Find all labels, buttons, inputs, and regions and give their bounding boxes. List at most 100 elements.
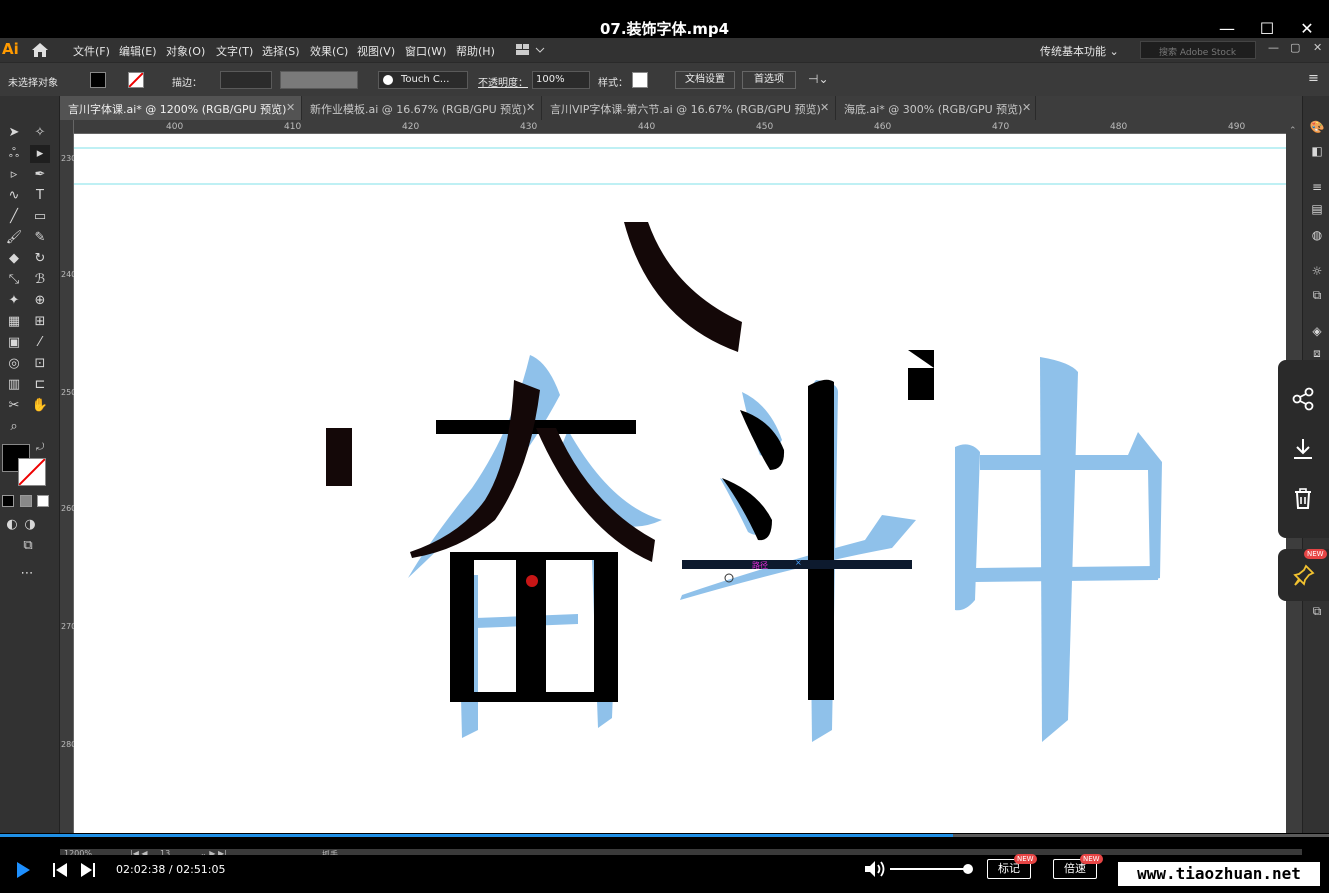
video-progress-bar[interactable] (0, 834, 1329, 837)
column-graph-tool-icon[interactable]: ▥ (4, 376, 24, 394)
volume-icon[interactable] (864, 860, 886, 878)
app-close-icon[interactable]: ✕ (1313, 41, 1322, 54)
share-icon[interactable] (1290, 386, 1316, 412)
eraser-tool-icon[interactable]: ◆ (4, 250, 24, 268)
direct-selection-tool-icon[interactable]: ▸ (30, 145, 50, 163)
edit-toolbar-icon[interactable]: ⋯ (17, 565, 37, 583)
workspace-switcher[interactable]: 传统基本功能 ⌄ (1040, 43, 1119, 59)
preferences-button[interactable]: 首选项 (742, 71, 796, 89)
screen-mode-icon[interactable]: ⧉ (18, 537, 38, 555)
gradient-tool-icon[interactable]: ▣ (4, 334, 24, 352)
home-icon[interactable] (31, 42, 49, 58)
opacity-label[interactable]: 不透明度： (478, 74, 528, 89)
app-minimize-icon[interactable]: — (1268, 41, 1279, 54)
hand-tool-icon[interactable]: ✋ (30, 397, 50, 415)
menu-effect[interactable]: 效果(C) (310, 43, 348, 59)
menu-view[interactable]: 视图(V) (357, 43, 395, 59)
menu-window[interactable]: 窗口(W) (405, 43, 446, 59)
play-icon[interactable] (14, 861, 32, 879)
none-mode-icon[interactable] (37, 495, 49, 507)
magic-wand-tool-icon[interactable]: ✧ (30, 124, 50, 142)
maximize-icon[interactable]: ☐ (1256, 20, 1278, 38)
menu-help[interactable]: 帮助(H) (456, 43, 495, 59)
tab-close-icon[interactable]: ✕ (820, 101, 829, 114)
delete-icon[interactable] (1290, 486, 1316, 512)
symbol-sprayer-tool-icon[interactable]: ⊡ (30, 355, 50, 373)
curvature-tool-icon[interactable]: ∿ (4, 187, 24, 205)
appearance-panel-icon[interactable]: ☼ (1309, 264, 1325, 280)
draw-behind-icon[interactable]: ◑ (20, 516, 40, 534)
download-icon[interactable] (1290, 436, 1316, 462)
opacity-field[interactable]: 100% (532, 71, 590, 89)
shape-builder-tool-icon[interactable]: ⊕ (30, 292, 50, 310)
panel-menu-icon[interactable]: ≡ (1308, 71, 1319, 86)
app-restore-icon[interactable]: ▢ (1290, 41, 1300, 54)
layers-panel-icon[interactable]: ◈ (1309, 324, 1325, 340)
tab-yanchuan-font[interactable]: 言川字体课.ai* @ 1200% (RGB/GPU 预览) ✕ (60, 96, 302, 120)
eyedropper-tool-icon[interactable]: ⁄ (30, 334, 50, 352)
type-tool-icon[interactable]: T (30, 187, 50, 205)
stroke-weight-field[interactable] (220, 71, 272, 89)
minimize-icon[interactable]: — (1216, 20, 1238, 38)
scale-tool-icon[interactable]: ⤡ (4, 271, 24, 289)
previous-icon[interactable] (52, 862, 68, 878)
tab-close-icon[interactable]: ✕ (286, 101, 295, 114)
slice-tool-icon[interactable]: ✂ (4, 397, 24, 415)
rectangle-tool-icon[interactable]: ▭ (30, 208, 50, 226)
mesh-tool-icon[interactable]: ⊞ (30, 313, 50, 331)
perspective-grid-tool-icon[interactable]: ▦ (4, 313, 24, 331)
tab-seabed[interactable]: 海底.ai* @ 300% (RGB/GPU 预览) ✕ (836, 96, 1036, 120)
pen-tool-icon[interactable]: ✒ (30, 166, 50, 184)
stroke-color-icon[interactable] (18, 458, 46, 486)
group-selection-tool-icon[interactable]: ▹ (4, 166, 24, 184)
line-tool-icon[interactable]: ╱ (4, 208, 24, 226)
menu-file[interactable]: 文件(F) (73, 43, 110, 59)
document-setup-button[interactable]: 文档设置 (675, 71, 735, 89)
selection-tool-icon[interactable]: ➤ (4, 124, 24, 142)
color-palette-icon[interactable]: 🎨 (1309, 120, 1325, 136)
menu-edit[interactable]: 编辑(E) (119, 43, 157, 59)
warp-tool-icon[interactable]: ℬ (30, 271, 50, 289)
transparency-panel-icon[interactable]: ◍ (1309, 228, 1325, 244)
volume-knob[interactable] (963, 864, 973, 874)
swap-colors-icon[interactable]: ⤾ (36, 442, 44, 453)
stroke-swatch[interactable] (128, 72, 144, 88)
graphic-style-swatch[interactable] (632, 72, 648, 88)
rotate-tool-icon[interactable]: ↻ (30, 250, 50, 268)
tab-close-icon[interactable]: ✕ (526, 101, 535, 114)
volume-slider[interactable] (890, 864, 973, 874)
tab-close-icon[interactable]: ✕ (1022, 101, 1031, 114)
puppet-warp-tool-icon[interactable]: ✦ (4, 292, 24, 310)
gradient-mode-icon[interactable] (20, 495, 32, 507)
menu-type[interactable]: 文字(T) (216, 43, 253, 59)
artboard-canvas[interactable]: 路径 × (74, 134, 1286, 833)
menu-object[interactable]: 对象(O) (166, 43, 205, 59)
color-guide-icon[interactable]: ◧ (1309, 144, 1325, 160)
blend-tool-icon[interactable]: ◎ (4, 355, 24, 373)
arrange-documents-icon[interactable] (515, 43, 545, 57)
gradient-panel-icon[interactable]: ▤ (1309, 202, 1325, 218)
draw-normal-icon[interactable]: ◐ (2, 516, 22, 534)
scroll-up-icon[interactable]: ⌃ (1289, 126, 1297, 136)
pencil-tool-icon[interactable]: ✎ (30, 229, 50, 247)
stock-search-input[interactable]: 搜索 Adobe Stock (1140, 41, 1256, 59)
stroke-panel-icon[interactable]: ≡ (1309, 180, 1325, 196)
variable-width-profile[interactable] (280, 71, 358, 89)
artboard-tool-icon[interactable]: ⊏ (30, 376, 50, 394)
pin-window-button[interactable]: NEW (1278, 549, 1329, 601)
lasso-tool-icon[interactable]: ஃ (4, 145, 24, 163)
links-panel-icon[interactable]: ⧉ (1309, 604, 1325, 620)
align-options-icon[interactable]: ⊣⌄ (808, 72, 829, 86)
graphic-styles-icon[interactable]: ⧉ (1309, 288, 1325, 304)
close-icon[interactable]: ✕ (1296, 20, 1318, 38)
tab-homework-template[interactable]: 新作业模板.ai @ 16.67% (RGB/GPU 预览) ✕ (302, 96, 542, 120)
menu-select[interactable]: 选择(S) (262, 43, 300, 59)
paintbrush-tool-icon[interactable]: 🖌 (4, 229, 24, 247)
zoom-tool-icon[interactable]: ⌕ (4, 418, 24, 436)
next-icon[interactable] (80, 862, 96, 878)
artwork[interactable]: 路径 × (74, 134, 1286, 833)
tab-vip-lesson-six[interactable]: 言川VIP字体课-第六节.ai @ 16.67% (RGB/GPU 预览) ✕ (542, 96, 836, 120)
color-mode-icon[interactable] (2, 495, 14, 507)
fill-swatch[interactable] (90, 72, 106, 88)
brush-definition[interactable]: Touch C... (378, 71, 468, 89)
